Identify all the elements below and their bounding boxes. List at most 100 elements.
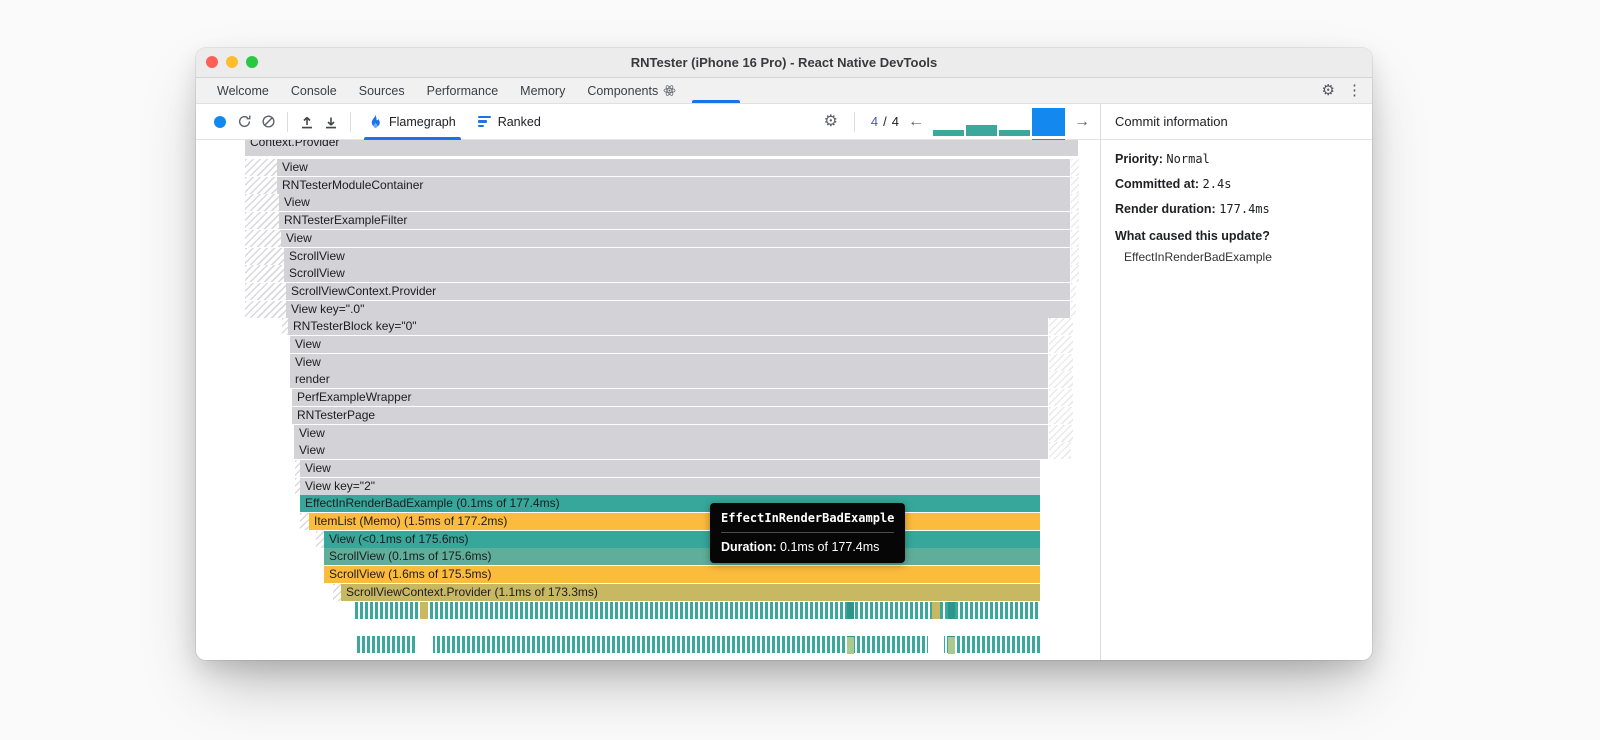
flame-stripe-segment — [932, 602, 940, 619]
update-cause-item[interactable]: EffectInRenderBadExample — [1115, 250, 1358, 264]
flame-bar-label: ScrollViewContext.Provider — [291, 284, 437, 298]
flame-bar[interactable]: ScrollView (1.6ms of 175.5ms) — [324, 566, 1040, 583]
flame-bar-label: Context.Provider — [250, 140, 340, 149]
flame-bar-label: ItemList (Memo) (1.5ms of 177.2ms) — [314, 514, 508, 528]
flame-bar-label: View (<0.1ms of 175.6ms) — [329, 532, 469, 546]
flame-bar[interactable]: ScrollView — [284, 265, 1070, 282]
commit-separator: / — [883, 114, 887, 129]
flame-bar-label: View — [295, 337, 321, 351]
flame-bar[interactable]: View — [300, 460, 1040, 477]
record-button[interactable] — [208, 110, 232, 134]
previous-commit-button[interactable]: ← — [908, 113, 924, 130]
profiler-toolbar: Flamegraph Ranked ⚙ 4 / 4 ← → — [196, 104, 1100, 142]
flame-bar[interactable]: Context.Provider — [245, 140, 1078, 156]
clear-profiling-button[interactable] — [256, 110, 280, 134]
flame-hatch — [1049, 354, 1073, 371]
reload-and-profile-button[interactable] — [232, 110, 256, 134]
flame-spot-bar[interactable] — [847, 637, 854, 654]
flame-hatch — [245, 194, 279, 211]
flame-hatch — [1049, 336, 1073, 353]
render-duration-field: Render duration: 177.4ms — [1115, 202, 1270, 216]
minimize-window-button[interactable] — [226, 56, 238, 68]
flame-stripe-row[interactable] — [355, 602, 1040, 619]
flame-bar[interactable]: render — [290, 371, 1048, 388]
ranked-bars-icon — [477, 115, 491, 128]
flame-hatch — [1049, 442, 1071, 459]
tab-console[interactable]: Console — [280, 78, 348, 103]
toolbar-divider — [287, 111, 288, 132]
flame-bar[interactable]: View key="2" — [300, 478, 1040, 495]
record-icon — [214, 115, 226, 128]
tab-profiler-selected[interactable] — [687, 78, 745, 103]
download-icon — [326, 117, 336, 128]
flame-bar[interactable]: View — [290, 336, 1048, 353]
flame-bar[interactable]: ScrollViewContext.Provider (1.1ms of 173… — [341, 584, 1040, 601]
flame-bar-label: View — [295, 355, 321, 369]
tooltip-duration: Duration: 0.1ms of 177.4ms — [721, 540, 880, 554]
flame-bar[interactable]: RNTesterBlock key="0" — [288, 318, 1048, 335]
flame-hatch — [1071, 159, 1079, 176]
close-window-button[interactable] — [206, 56, 218, 68]
flame-bar[interactable]: View — [277, 159, 1070, 176]
flame-icon — [371, 114, 380, 128]
commit-bar[interactable] — [966, 124, 997, 136]
flame-bar[interactable]: RNTesterExampleFilter — [279, 212, 1070, 229]
title-bar: RNTester (iPhone 16 Pro) - React Native … — [196, 48, 1372, 78]
kebab-menu-icon[interactable]: ⋮ — [1347, 83, 1362, 98]
flame-hatch — [245, 230, 281, 247]
flame-stripe-segment — [847, 602, 854, 619]
flame-stripe-row[interactable] — [357, 636, 1040, 653]
flamegraph-view-tab[interactable]: Flamegraph — [358, 104, 467, 140]
flame-bar[interactable]: View — [281, 230, 1070, 247]
upload-icon — [302, 116, 312, 128]
flame-bar[interactable]: EffectInRenderBadExample (0.1ms of 177.4… — [300, 495, 1040, 512]
load-profile-button[interactable] — [295, 110, 319, 134]
flame-bar[interactable]: ScrollViewContext.Provider — [286, 283, 1070, 300]
flame-bar[interactable]: View — [294, 442, 1048, 459]
tab-welcome[interactable]: Welcome — [206, 78, 280, 103]
flame-bar[interactable]: ItemList (Memo) (1.5ms of 177.2ms) — [309, 513, 1040, 530]
tab-components[interactable]: Components — [576, 78, 687, 103]
next-commit-button[interactable]: → — [1074, 113, 1090, 130]
flame-bar-label: RNTesterPage — [297, 408, 376, 422]
flame-bar[interactable]: RNTesterPage — [292, 407, 1048, 424]
flame-bar[interactable]: View (<0.1ms of 175.6ms) — [324, 531, 1040, 548]
ranked-view-tab[interactable]: Ranked — [467, 104, 552, 140]
flame-hatch — [333, 584, 341, 601]
flame-bar-label: RNTesterBlock key="0" — [293, 319, 417, 333]
flamegraph-rows: Context.Provider View RNTesterModuleContai… — [196, 140, 1100, 654]
flame-hatch — [300, 513, 309, 530]
devtools-window: RNTester (iPhone 16 Pro) - React Native … — [196, 48, 1372, 660]
commit-bar[interactable] — [933, 129, 964, 136]
flame-hatch — [245, 301, 286, 318]
flame-hatch — [245, 159, 277, 176]
flamegraph-panel: Context.Provider View RNTesterModuleContai… — [196, 140, 1100, 660]
tab-memory[interactable]: Memory — [509, 78, 576, 103]
flame-bar-label: View — [305, 461, 331, 475]
tab-sources[interactable]: Sources — [348, 78, 416, 103]
flame-bar[interactable]: View — [290, 354, 1048, 371]
flame-bar[interactable]: ScrollView (0.1ms of 175.6ms) — [324, 548, 1040, 565]
flame-bar-label: ScrollView (1.6ms of 175.5ms) — [329, 567, 492, 581]
flame-bar[interactable]: View — [294, 425, 1048, 442]
commit-bar[interactable] — [999, 129, 1030, 136]
flame-bar[interactable]: View key=".0" — [286, 301, 1070, 318]
zoom-window-button[interactable] — [246, 56, 258, 68]
commit-bar-selected[interactable] — [1032, 107, 1065, 142]
flame-hatch — [245, 212, 279, 229]
flame-bar[interactable]: RNTesterModuleContainer — [277, 177, 1070, 194]
tab-performance[interactable]: Performance — [416, 78, 510, 103]
profiler-settings-gear-icon[interactable]: ⚙ — [824, 113, 838, 130]
flame-hatch — [1049, 425, 1073, 442]
flame-bar[interactable]: PerfExampleWrapper — [292, 389, 1048, 406]
flame-spot-bar[interactable] — [948, 637, 955, 654]
flame-hatch — [1071, 230, 1079, 247]
settings-gear-icon[interactable]: ⚙ — [1322, 83, 1335, 98]
flame-bar-label: View — [284, 195, 310, 209]
flame-bar[interactable]: View — [279, 194, 1070, 211]
save-profile-button[interactable] — [319, 110, 343, 134]
flame-hatch — [1071, 283, 1076, 300]
flame-stripe-segment — [420, 602, 428, 619]
flame-bar[interactable]: ScrollView — [284, 248, 1070, 265]
flame-bar-label: ScrollView (0.1ms of 175.6ms) — [329, 549, 492, 563]
